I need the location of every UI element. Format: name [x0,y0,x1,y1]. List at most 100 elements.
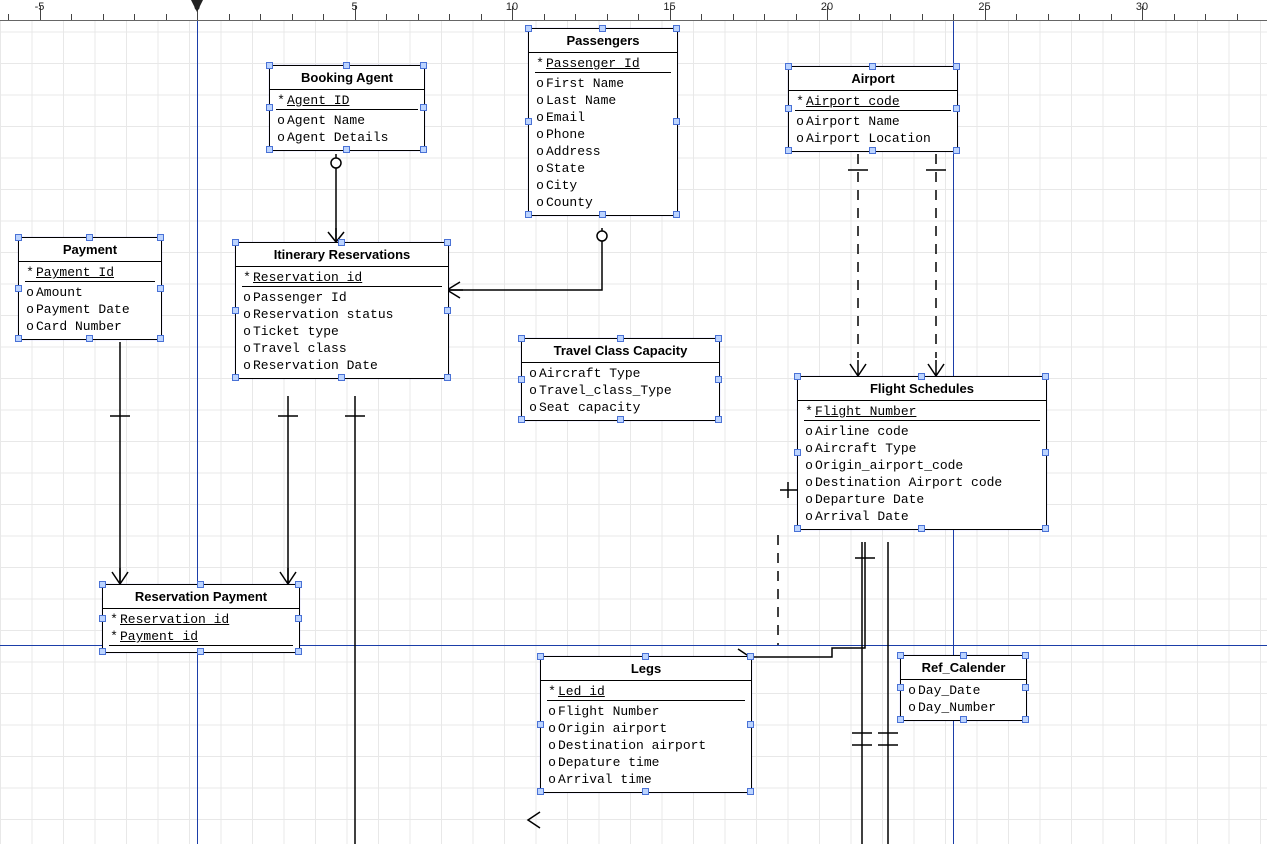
selection-handle[interactable] [420,104,427,111]
selection-handle[interactable] [1042,449,1049,456]
entity-booking_agent[interactable]: Booking Agent*Agent IDoAgent NameoAgent … [269,65,425,151]
ruler-label: 20 [821,1,833,13]
selection-handle[interactable] [157,234,164,241]
selection-handle[interactable] [715,376,722,383]
selection-handle[interactable] [295,615,302,622]
selection-handle[interactable] [266,146,273,153]
entity-payment[interactable]: Payment*Payment_IdoAmountoPayment DateoC… [18,237,162,340]
selection-handle[interactable] [1042,373,1049,380]
selection-handle[interactable] [525,211,532,218]
selection-handle[interactable] [785,147,792,154]
selection-handle[interactable] [343,62,350,69]
selection-handle[interactable] [1042,525,1049,532]
attribute-row: oTravel class [242,340,442,357]
entity-passengers[interactable]: Passengers*Passenger_IdoFirst NameoLast … [528,28,678,216]
selection-handle[interactable] [420,62,427,69]
entity-itinerary[interactable]: Itinerary Reservations*Reservation_idoPa… [235,242,449,379]
selection-handle[interactable] [295,581,302,588]
selection-handle[interactable] [15,285,22,292]
selection-handle[interactable] [295,648,302,655]
selection-handle[interactable] [1022,652,1029,659]
selection-handle[interactable] [960,716,967,723]
selection-handle[interactable] [420,146,427,153]
selection-handle[interactable] [747,653,754,660]
selection-handle[interactable] [599,25,606,32]
selection-handle[interactable] [953,147,960,154]
selection-handle[interactable] [747,721,754,728]
selection-handle[interactable] [99,615,106,622]
selection-handle[interactable] [232,239,239,246]
attribute-marker: * [25,264,35,281]
selection-handle[interactable] [197,648,204,655]
selection-handle[interactable] [197,581,204,588]
selection-handle[interactable] [785,105,792,112]
selection-handle[interactable] [1022,716,1029,723]
selection-handle[interactable] [15,234,22,241]
selection-handle[interactable] [673,25,680,32]
diagram-canvas[interactable]: -5051015202530 [0,0,1267,844]
selection-handle[interactable] [444,239,451,246]
selection-handle[interactable] [525,118,532,125]
attribute-text: Passenger_Id [545,56,640,71]
selection-handle[interactable] [444,374,451,381]
selection-handle[interactable] [794,449,801,456]
entity-legs[interactable]: Legs*Led_idoFlight NumberoOrigin airport… [540,656,752,793]
selection-handle[interactable] [99,581,106,588]
selection-handle[interactable] [266,62,273,69]
entity-travel_class[interactable]: Travel Class CapacityoAircraft TypeoTrav… [521,338,720,421]
selection-handle[interactable] [953,63,960,70]
selection-handle[interactable] [794,373,801,380]
selection-handle[interactable] [617,416,624,423]
selection-handle[interactable] [642,653,649,660]
attribute-text: State [545,161,585,176]
selection-handle[interactable] [715,416,722,423]
selection-handle[interactable] [794,525,801,532]
selection-handle[interactable] [918,373,925,380]
selection-handle[interactable] [918,525,925,532]
attribute-row: *Payment_id [109,628,293,645]
selection-handle[interactable] [599,211,606,218]
entity-reservation_payment[interactable]: Reservation Payment*Reservation_id*Payme… [102,584,300,653]
selection-handle[interactable] [525,25,532,32]
attribute-text: Aircraft Type [814,441,916,456]
selection-handle[interactable] [953,105,960,112]
selection-handle[interactable] [86,335,93,342]
selection-handle[interactable] [537,653,544,660]
selection-handle[interactable] [232,307,239,314]
selection-handle[interactable] [15,335,22,342]
selection-handle[interactable] [897,684,904,691]
selection-handle[interactable] [617,335,624,342]
selection-handle[interactable] [338,239,345,246]
selection-handle[interactable] [338,374,345,381]
selection-handle[interactable] [673,211,680,218]
selection-handle[interactable] [266,104,273,111]
entity-flight_schedules[interactable]: Flight Schedules*Flight NumberoAirline c… [797,376,1047,530]
selection-handle[interactable] [537,721,544,728]
selection-handle[interactable] [537,788,544,795]
selection-handle[interactable] [157,285,164,292]
selection-handle[interactable] [673,118,680,125]
selection-handle[interactable] [444,307,451,314]
selection-handle[interactable] [715,335,722,342]
selection-handle[interactable] [642,788,649,795]
ruler-label: 25 [978,1,990,13]
selection-handle[interactable] [99,648,106,655]
entity-ref_calender[interactable]: Ref_CalenderoDay_DateoDay_Number [900,655,1027,721]
selection-handle[interactable] [343,146,350,153]
selection-handle[interactable] [518,335,525,342]
selection-handle[interactable] [1022,684,1029,691]
selection-handle[interactable] [157,335,164,342]
entity-airport[interactable]: Airport*Airport_codeoAirport NameoAirpor… [788,66,958,152]
selection-handle[interactable] [232,374,239,381]
selection-handle[interactable] [747,788,754,795]
selection-handle[interactable] [869,147,876,154]
attribute-row: oDay_Date [907,682,1020,699]
selection-handle[interactable] [785,63,792,70]
selection-handle[interactable] [960,652,967,659]
selection-handle[interactable] [897,716,904,723]
selection-handle[interactable] [869,63,876,70]
selection-handle[interactable] [518,416,525,423]
selection-handle[interactable] [86,234,93,241]
selection-handle[interactable] [518,376,525,383]
selection-handle[interactable] [897,652,904,659]
